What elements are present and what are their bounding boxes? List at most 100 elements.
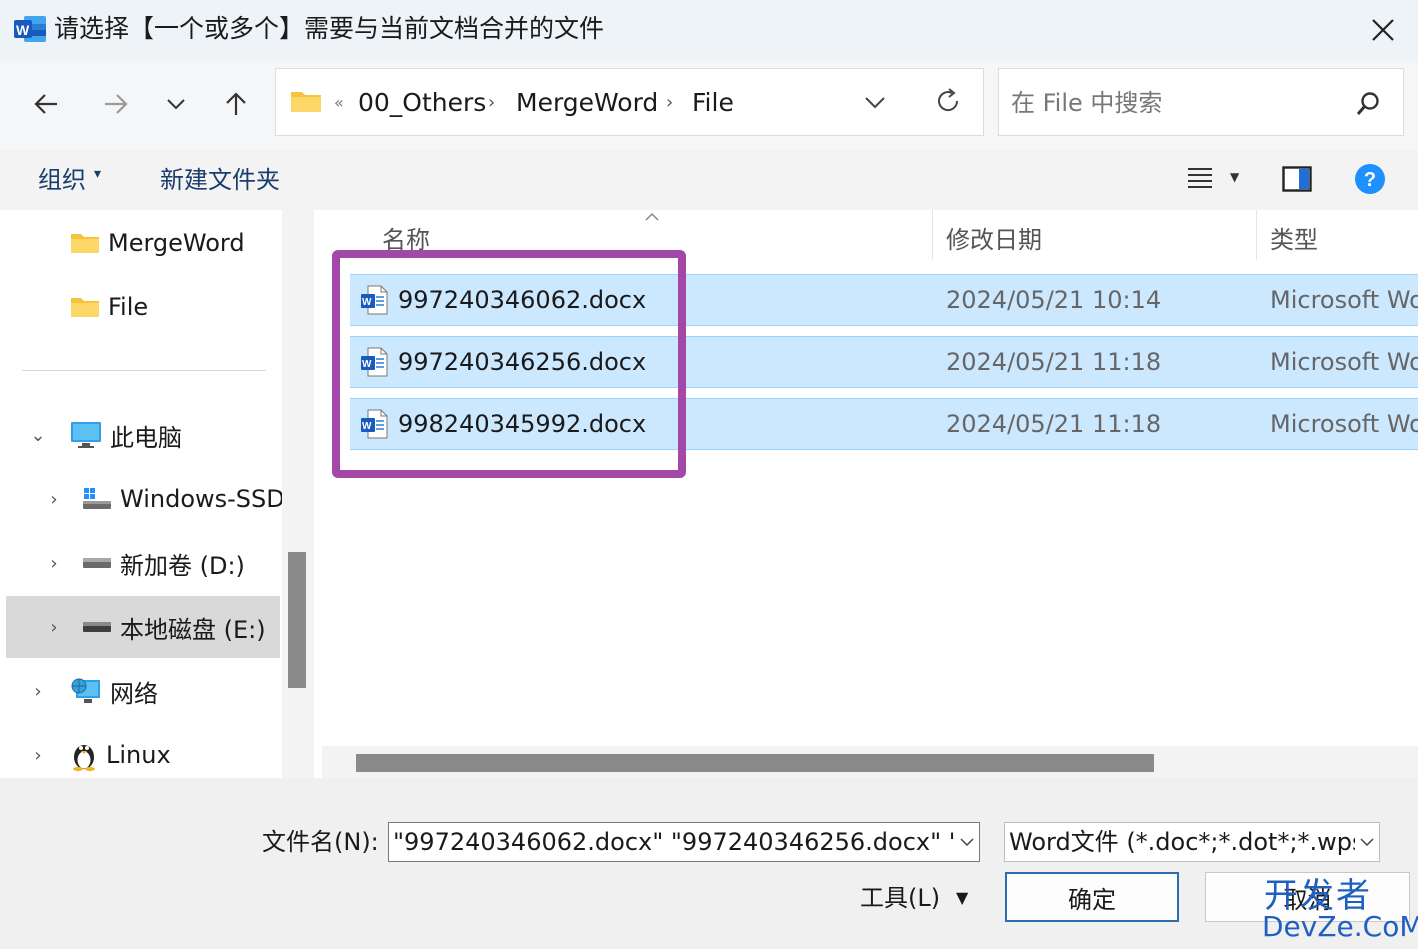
dialog-footer [0, 778, 1418, 949]
list-view-icon [1188, 168, 1212, 188]
sidebar-item-drive-d[interactable]: › 新加卷 (D:) [40, 536, 245, 590]
chevron-right-icon[interactable]: › [40, 553, 68, 574]
search-input[interactable]: 在 File 中搜索 [998, 68, 1404, 136]
chevron-right-icon[interactable]: › [40, 489, 68, 510]
sidebar-item-this-pc[interactable]: ⌄ 此电脑 [24, 408, 182, 462]
chevron-right-icon[interactable]: › [24, 745, 52, 766]
breadcrumb-separator-icon: › [666, 92, 674, 113]
sidebar-item-mergeword[interactable]: MergeWord [70, 216, 245, 270]
address-bar[interactable]: « 00_Others › MergeWord › File [275, 68, 984, 136]
refresh-icon [938, 88, 959, 112]
view-options-button[interactable] [1186, 166, 1214, 194]
drive-icon [83, 622, 111, 632]
sort-ascending-icon [645, 212, 659, 221]
help-icon: ? [1355, 164, 1385, 194]
file-date: 2024/05/21 11:18 [946, 410, 1162, 438]
chevron-down-icon[interactable]: ⌄ [24, 425, 52, 446]
breadcrumb-00-others[interactable]: 00_Others [358, 87, 486, 119]
sidebar-item-label: 本地磁盘 (E:) [120, 615, 266, 644]
ok-button-label: 确定 [1068, 885, 1116, 914]
sidebar-item-drive-e[interactable]: › 本地磁盘 (E:) [6, 596, 280, 658]
sidebar-item-file[interactable]: File [70, 280, 148, 334]
filename-value: "997240346062.docx" "997240346256.docx" … [393, 828, 979, 856]
navigation-pane-scrollbar[interactable] [282, 210, 314, 778]
back-button[interactable] [24, 82, 68, 126]
sidebar-item-label: Windows-SSD [120, 485, 282, 513]
folder-icon [71, 298, 99, 317]
sidebar-item-label: 此电脑 [110, 423, 182, 452]
watermark-url: DevZe.CoM [1262, 910, 1418, 943]
search-icon [1356, 92, 1379, 115]
filename-dropdown-button[interactable] [955, 823, 979, 861]
address-history-button[interactable] [864, 95, 886, 114]
sidebar-item-label: File [108, 293, 149, 321]
chevron-right-icon[interactable]: › [40, 617, 68, 638]
sidebar-divider [22, 370, 266, 371]
path-overflow-marker[interactable]: « [334, 87, 344, 119]
navigation-pane: MergeWord File ⌄ 此电脑 › Windows-SSD › 新加卷… [0, 210, 282, 778]
sidebar-item-label: 网络 [110, 679, 158, 708]
filename-input[interactable]: "997240346062.docx" "997240346256.docx" … [388, 822, 980, 862]
up-button[interactable] [214, 82, 258, 126]
linux-penguin-icon [73, 745, 95, 771]
forward-button[interactable] [94, 82, 138, 126]
preview-pane-button[interactable] [1282, 166, 1312, 196]
breadcrumb-mergeword[interactable]: MergeWord [516, 87, 658, 119]
file-type: Microsoft Word [1270, 410, 1418, 438]
filetype-value: Word文件 (*.doc*;*.dot*;*.wps [1009, 828, 1365, 856]
preview-pane-icon [1282, 166, 1312, 192]
chevron-down-icon [1360, 838, 1374, 846]
navigation-pane-scrollbar-thumb[interactable] [288, 552, 306, 688]
breadcrumb-separator-icon: › [488, 92, 496, 113]
sidebar-item-network[interactable]: › 网络 [24, 664, 158, 718]
svg-text:W: W [16, 22, 30, 38]
sidebar-item-windows-ssd[interactable]: › Windows-SSD [40, 472, 282, 526]
sidebar-item-label: MergeWord [108, 229, 245, 257]
folder-icon [291, 92, 321, 112]
ok-button[interactable]: 确定 [1005, 872, 1179, 922]
column-header-type[interactable]: 类型 [1270, 224, 1318, 256]
breadcrumb-file[interactable]: File [692, 87, 734, 119]
sidebar-item-linux[interactable]: › Linux [24, 728, 171, 778]
window-title: 请选择【一个或多个】需要与当前文档合并的文件 [54, 14, 605, 43]
sidebar-item-label: 新加卷 (D:) [120, 551, 245, 580]
arrow-right-icon [105, 94, 128, 114]
drive-icon [83, 558, 111, 568]
chevron-right-icon[interactable]: › [24, 681, 52, 702]
selection-highlight-annotation [332, 250, 686, 478]
network-icon [71, 678, 100, 703]
file-type: Microsoft Word [1270, 348, 1418, 376]
sidebar-item-label: Linux [106, 741, 171, 769]
column-header-date[interactable]: 修改日期 [946, 224, 1042, 256]
refresh-button[interactable] [934, 87, 962, 119]
column-separator[interactable] [1256, 210, 1257, 260]
tools-dropdown-icon[interactable]: ▼ [956, 888, 968, 907]
chevron-down-icon [865, 97, 885, 109]
column-separator[interactable] [932, 210, 933, 260]
chevron-down-icon [167, 99, 185, 110]
tools-menu-button[interactable]: 工具(L) [860, 882, 940, 914]
file-date: 2024/05/21 11:18 [946, 348, 1162, 376]
windows-drive-icon [83, 488, 111, 509]
organize-menu-button[interactable]: 组织 [38, 164, 86, 196]
file-date: 2024/05/21 10:14 [946, 286, 1162, 314]
search-placeholder: 在 File 中搜索 [1011, 89, 1163, 117]
word-app-icon: W [14, 14, 48, 44]
recent-locations-button[interactable] [154, 82, 198, 126]
close-button[interactable] [1356, 8, 1410, 52]
new-folder-button[interactable]: 新建文件夹 [160, 164, 280, 196]
chevron-down-icon [960, 838, 974, 846]
filetype-select[interactable]: Word文件 (*.doc*;*.dot*;*.wps [1004, 822, 1380, 862]
arrow-left-icon [34, 94, 57, 114]
folder-icon [71, 234, 99, 253]
filetype-dropdown-button[interactable] [1355, 823, 1379, 861]
arrow-up-icon [226, 92, 246, 115]
filename-label: 文件名(N): [262, 828, 379, 856]
organize-dropdown-icon: ▾ [94, 166, 102, 182]
computer-icon [71, 422, 101, 448]
help-button[interactable]: ? [1354, 163, 1386, 199]
file-list-horizontal-scrollbar-thumb[interactable] [356, 754, 1154, 772]
file-type: Microsoft Word [1270, 286, 1418, 314]
view-dropdown-icon[interactable]: ▼ [1230, 170, 1239, 184]
close-icon [1372, 19, 1394, 41]
